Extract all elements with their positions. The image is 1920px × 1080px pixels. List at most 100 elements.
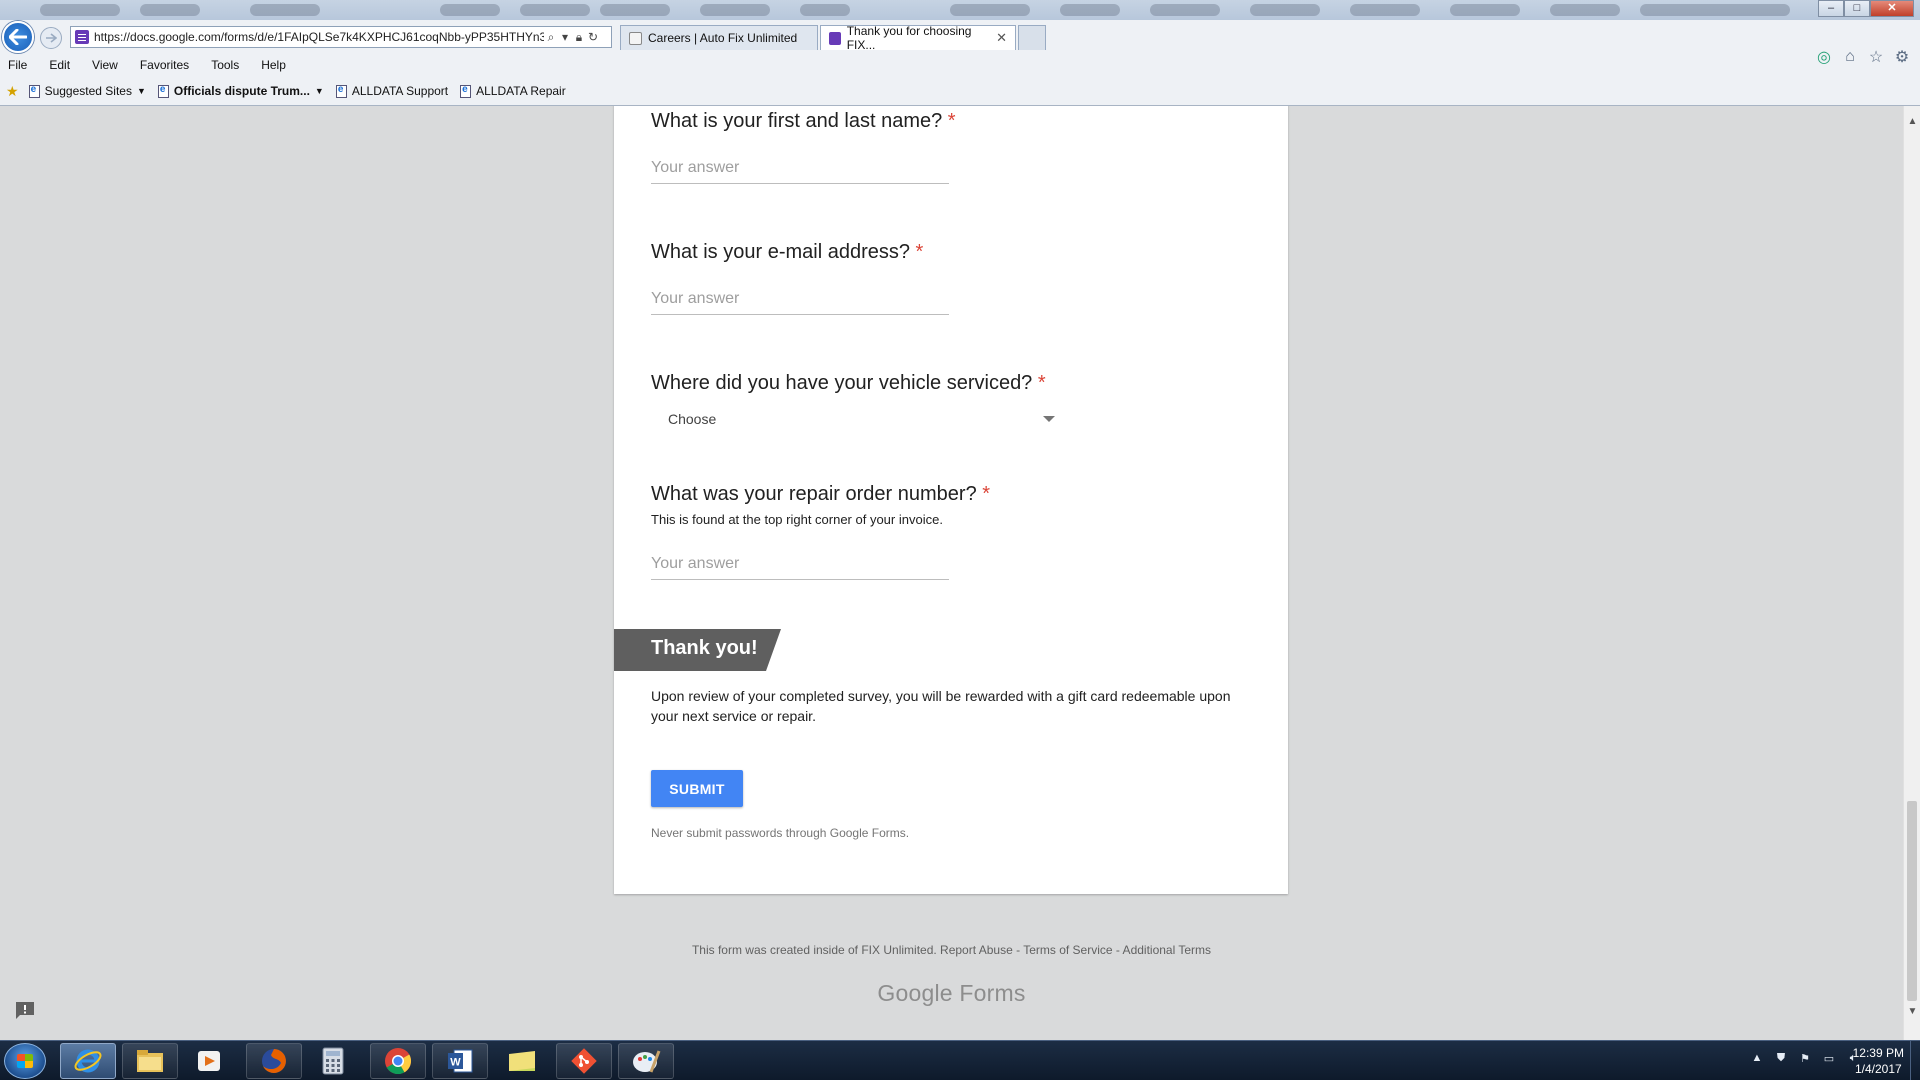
required-asterisk: * [1037,372,1046,394]
calculator-icon [322,1047,344,1075]
section-description: Upon review of your completed survey, yo… [651,688,1231,724]
question-title: What was your repair order number? * [651,483,991,505]
folder-icon [137,1050,163,1072]
security-shield-icon[interactable]: ⛊ [1774,1051,1788,1065]
vertical-scrollbar[interactable]: ▲ ▼ [1903,106,1920,1040]
minimize-button[interactable]: – [1818,0,1844,17]
lock-icon[interactable]: 🔒︎ [572,30,586,45]
form-card: What is your first and last name? * What… [614,106,1288,894]
favorite-alldata-repair[interactable]: ALLDATA Repair [460,84,566,98]
close-window-button[interactable]: ✕ [1870,0,1914,17]
show-hidden-icons-icon[interactable]: ▲ [1750,1051,1764,1065]
firefox-icon [262,1049,286,1073]
back-arrow-icon [9,29,27,45]
taskbar-word[interactable]: W [432,1043,488,1079]
forward-button[interactable] [40,27,62,49]
required-asterisk: * [915,241,924,263]
url-text[interactable]: https://docs.google.com/forms/d/e/1FAIpQ… [94,30,544,44]
browser-chrome: – □ ✕ https://docs.google.com/forms/d/e/… [0,0,1920,106]
media-player-icon [198,1051,220,1071]
taskbar-firefox[interactable] [246,1043,302,1079]
taskbar-folder[interactable] [494,1043,550,1079]
section-title: Thank you! [651,637,758,659]
forward-arrow-icon [46,33,57,43]
windows-taskbar: W ▲ ⛊ ⚑ ▭ 🔈︎ 12:39 PM 1/4/2017 [0,1040,1920,1080]
question-help-text: This is found at the top right corner of… [651,512,943,527]
clock-date: 1/4/2017 [1854,1062,1902,1076]
service-location-dropdown[interactable]: Choose [651,404,1055,434]
page-viewport: What is your first and last name? * What… [0,106,1903,1040]
svg-text:W: W [450,1057,461,1069]
name-field[interactable] [651,155,949,184]
scroll-up-arrow-icon[interactable]: ▲ [1904,116,1920,130]
git-icon [571,1048,597,1074]
address-bar[interactable]: https://docs.google.com/forms/d/e/1FAIpQ… [70,26,612,48]
google-forms-logo[interactable]: Google Forms [0,980,1903,1007]
clock-time: 12:39 PM [1852,1046,1904,1060]
close-tab-icon[interactable]: ✕ [996,30,1007,46]
ie-page-icon [335,84,347,98]
feedback-icon [16,1002,34,1019]
submit-button[interactable]: SUBMIT [651,770,743,807]
action-center-flag-icon[interactable]: ⚑ [1798,1051,1812,1065]
repair-order-field[interactable] [651,551,949,580]
required-asterisk: * [982,483,991,505]
refresh-icon[interactable]: ↻ [586,30,600,44]
favorite-officials-dispute[interactable]: Officials dispute Trum... ▼ [157,84,324,98]
password-warning: Never submit passwords through Google Fo… [651,826,910,840]
maximize-button[interactable]: □ [1844,0,1870,17]
question-title: Where did you have your vehicle serviced… [651,372,1046,394]
menu-file[interactable]: File [6,58,29,72]
network-icon[interactable]: ▭ [1822,1051,1836,1065]
back-button[interactable] [2,21,34,53]
feedback-button[interactable] [13,999,37,1021]
start-button[interactable] [4,1043,46,1079]
menu-tools[interactable]: Tools [209,58,241,72]
menu-view[interactable]: View [90,58,120,72]
tab-thank-you[interactable]: Thank you for choosing FIX... ✕ [820,24,1016,52]
dropdown-arrow-icon [1043,416,1055,422]
add-favorite-star-icon[interactable]: ★ [6,83,19,100]
dropdown-caret-icon: ▼ [314,86,324,96]
question-title: What is your e-mail address? * [651,241,924,263]
dropdown-value: Choose [668,411,717,427]
paint-icon [633,1050,661,1073]
question-title: What is your first and last name? * [651,110,956,132]
dropdown-caret-icon: ▼ [136,86,146,96]
address-dropdown-icon[interactable]: ▾ [558,30,572,44]
question-service-location: Where did you have your vehicle serviced… [651,372,1046,395]
system-clock[interactable]: 12:39 PM 1/4/2017 [1853,1045,1904,1077]
tab-careers[interactable]: Careers | Auto Fix Unlimited [620,25,818,50]
taskbar-paint[interactable] [618,1043,674,1079]
favorite-label: Officials dispute Trum... [173,84,310,98]
email-field[interactable] [651,286,949,315]
window-title-strip: – □ ✕ [0,0,1920,20]
form-footer-text: This form was created inside of FIX Unli… [691,943,1212,957]
google-forms-favicon-icon [75,30,89,44]
menu-favorites[interactable]: Favorites [138,58,191,72]
taskbar-media-player[interactable] [184,1043,234,1079]
chrome-icon [385,1048,412,1075]
ie-page-icon [157,84,169,98]
taskbar-internet-explorer[interactable] [60,1043,116,1079]
favorite-suggested-sites[interactable]: Suggested Sites ▼ [28,84,146,98]
question-repair-order: What was your repair order number? * Thi… [651,483,990,580]
menu-help[interactable]: Help [259,58,288,72]
tab-label: Careers | Auto Fix Unlimited [648,31,798,45]
menu-edit[interactable]: Edit [47,58,72,72]
favorite-label: ALLDATA Support [351,84,449,98]
taskbar-calculator[interactable] [308,1043,358,1079]
show-desktop-button[interactable] [1910,1041,1920,1080]
system-tray: ▲ ⛊ ⚑ ▭ 🔈︎ [1750,1051,1860,1065]
taskbar-git[interactable] [556,1043,612,1079]
search-icon[interactable]: ⌕ [544,30,558,45]
favorite-alldata-support[interactable]: ALLDATA Support [335,84,449,98]
scroll-down-arrow-icon[interactable]: ▼ [1904,1006,1920,1020]
new-tab-button[interactable] [1018,25,1046,50]
word-icon: W [448,1049,473,1073]
taskbar-chrome[interactable] [370,1043,426,1079]
taskbar-file-explorer[interactable] [122,1043,178,1079]
scrollbar-thumb[interactable] [1907,801,1917,1001]
required-asterisk: * [947,110,956,132]
tab-label: Thank you for choosing FIX... [846,24,972,52]
